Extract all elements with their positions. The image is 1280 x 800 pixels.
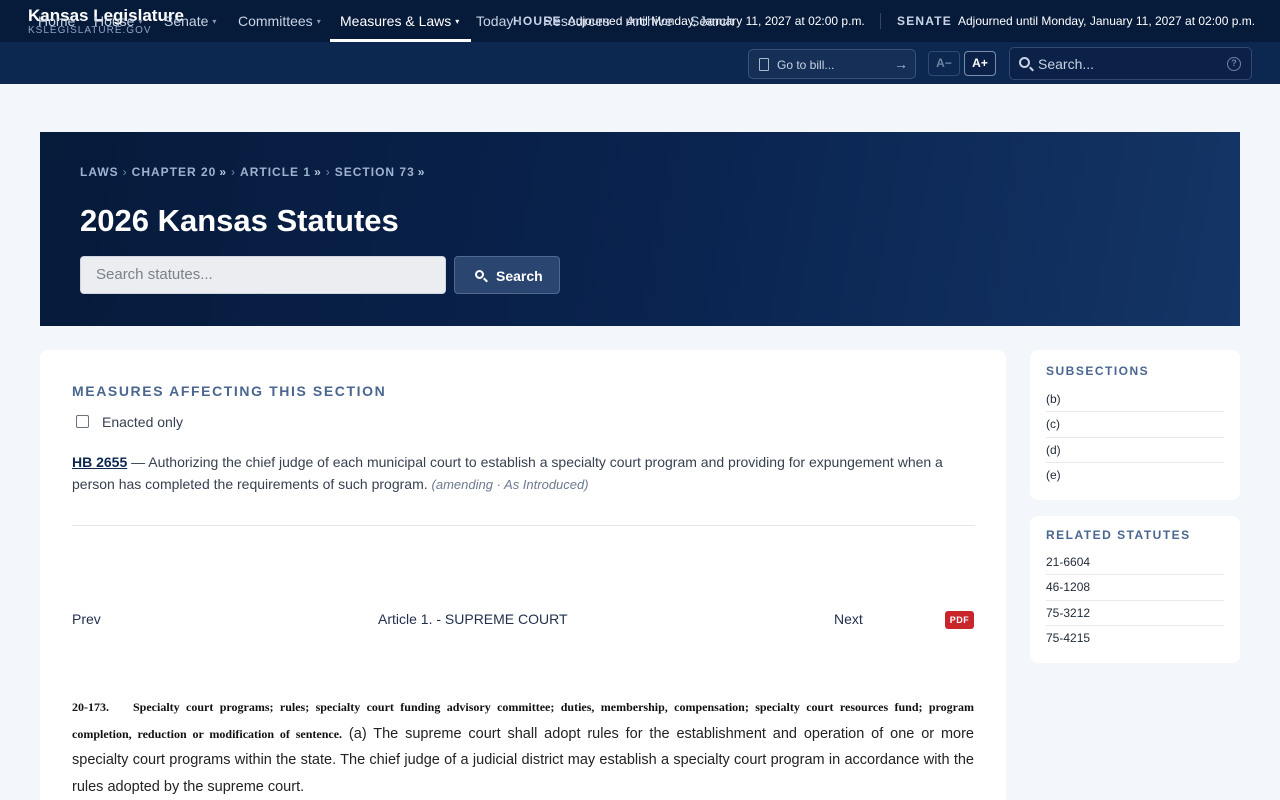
subsection-link[interactable]: (e) [1046,463,1224,488]
breadcrumb-laws[interactable]: LAWS [80,165,119,179]
nav-house[interactable]: House ▾ [94,0,142,42]
nav-house-label: House [94,13,135,29]
page-title: 2026 Kansas Statutes [80,203,399,238]
chevron-down-icon: ▾ [455,17,460,27]
search-icon [1019,57,1030,68]
nav-senate[interactable]: Senate ▾ [164,0,216,42]
senate-label: SENATE [897,14,952,28]
help-icon[interactable]: ? [1227,57,1241,71]
subsection-link[interactable]: (d) [1046,438,1224,463]
arrow-right-icon[interactable]: → [894,56,908,72]
related-statutes-heading: RELATED STATUTES [1046,528,1191,542]
senate-status-text: Adjourned until Monday, January 11, 2027… [957,14,1256,28]
chevron-double-right-icon: » [219,165,228,179]
enacted-only-checkbox[interactable] [76,415,89,428]
chevron-down-icon: ▾ [138,17,143,27]
go-to-bill-placeholder: Go to bill... [777,58,835,72]
nav-resources-label: Resources [543,13,610,29]
nav-archive[interactable]: Archive [626,0,673,42]
breadcrumb-article-label: ARTICLE 1 [240,165,312,179]
statute-search-input[interactable]: Search statutes... [80,256,446,294]
subsections-heading: SUBSECTIONS [1046,364,1150,378]
font-decrease-button[interactable]: A− [928,51,960,76]
go-to-bill-input[interactable]: Go to bill... → [748,49,916,79]
prev-link[interactable]: Prev [72,611,101,627]
document-icon [759,58,769,71]
site-search-placeholder: Search... [1038,56,1095,72]
statute-search-button-label: Search [496,268,543,284]
nav-senate-label: Senate [164,13,209,29]
site-search-input[interactable]: Search... ? [1009,47,1252,80]
nav-home[interactable]: Home [38,0,75,42]
nav-search[interactable]: Search [690,0,734,42]
chevron-down-icon: ▾ [517,17,522,27]
statute-number: 20-173. [72,700,109,714]
enacted-only-label[interactable]: Enacted only [102,414,183,430]
nav-archive-label: Archive [626,13,673,29]
senate-status: SENATE Adjourned until Monday, January 11… [880,13,1255,29]
breadcrumb: LAWS › CHAPTER 20» › ARTICLE 1» › SECTION 73» [80,165,425,179]
chevron-double-right-icon: » [314,165,322,179]
statute-text: 20-173. Specialty court programs; rules; … [72,694,974,800]
nav-measures-laws-label: Measures & Laws [340,13,452,29]
breadcrumb-chapter[interactable]: CHAPTER 20» [132,165,227,179]
article-title: Article 1. - SUPREME COURT [378,611,568,627]
related-statutes-card: RELATED STATUTES 21-6604 46-1208 75-3212… [1030,516,1240,663]
related-statutes-list: 21-6604 46-1208 75-3212 75-4215 [1046,550,1224,651]
breadcrumb-section-label: SECTION 73 [334,165,415,179]
nav-search-label: Search [690,13,735,29]
measure-item: HB 2655 — Authorizing the chief judge of… [72,451,952,496]
measure-status: (amending · As Introduced) [431,477,589,492]
nav-home-label: Home [38,13,76,29]
related-statute-link[interactable]: 21-6604 [1046,550,1224,576]
chevron-double-right-icon: » [417,165,426,179]
subsection-link[interactable]: (b) [1046,387,1224,413]
related-statute-link[interactable]: 75-4215 [1046,626,1224,651]
breadcrumb-separator: › [325,165,331,179]
statute-content-card: MEASURES AFFECTING THIS SECTION Enacted … [40,350,1006,800]
nav-measures-laws[interactable]: Measures & Laws ▾ [329,0,472,42]
breadcrumb-section[interactable]: SECTION 73» [335,165,426,179]
nav-today-label: Today [476,13,514,29]
chevron-down-icon: ▾ [316,17,321,27]
subsections-list: (b) (c) (d) (e) [1046,387,1224,488]
hero-banner: LAWS › CHAPTER 20» › ARTICLE 1» › SECTION 73» … [40,132,1240,326]
measures-heading: MEASURES AFFECTING THIS SECTION [72,383,387,399]
chevron-down-icon: ▾ [212,17,217,27]
next-link[interactable]: Next [834,611,863,627]
search-icon [475,270,484,279]
pdf-download-button[interactable]: PDF [945,611,974,629]
font-increase-button[interactable]: A+ [964,51,996,76]
bill-link[interactable]: HB 2655 [72,454,127,470]
subsection-link[interactable]: (c) [1046,412,1224,438]
related-statute-link[interactable]: 46-1208 [1046,575,1224,601]
breadcrumb-chapter-label: CHAPTER 20 [131,165,217,179]
nav-today[interactable]: Today ▾ [476,0,521,42]
related-statute-link[interactable]: 75-3212 [1046,601,1224,626]
divider [72,525,975,526]
subsections-card: SUBSECTIONS (b) (c) (d) (e) [1030,350,1240,500]
breadcrumb-article[interactable]: ARTICLE 1» [240,165,322,179]
breadcrumb-separator: › [122,165,128,179]
nav-resources[interactable]: Resources [543,0,610,42]
statute-search-button[interactable]: Search [454,256,560,294]
breadcrumb-separator: › [231,165,237,179]
nav-committees[interactable]: Committees ▾ [238,0,321,42]
nav-committees-label: Committees [238,13,313,29]
